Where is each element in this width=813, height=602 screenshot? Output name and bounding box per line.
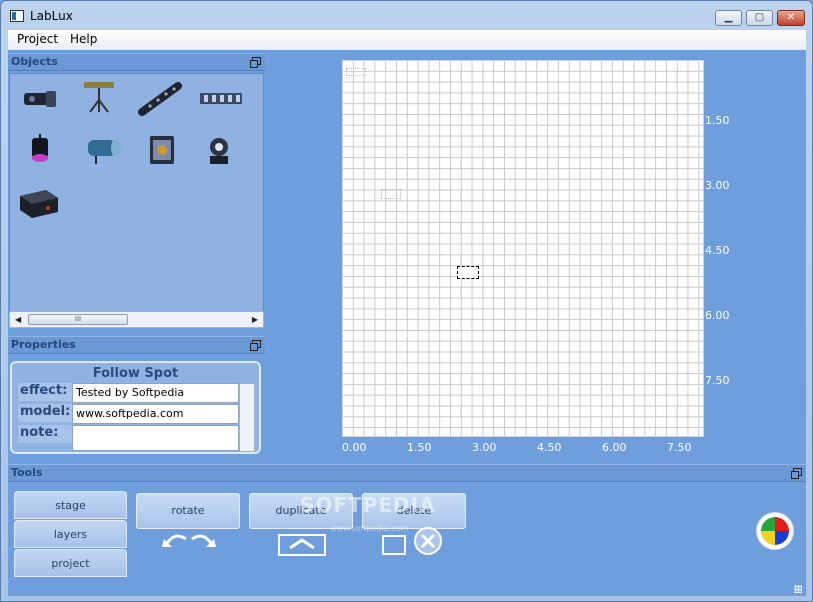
follow-spot-icon[interactable] (82, 132, 124, 166)
properties-panel-title: Properties (11, 338, 76, 351)
float-panel-icon[interactable] (250, 340, 261, 351)
scroll-right-icon[interactable]: ▶ (252, 315, 258, 324)
x-axis-tick: 4.50 (537, 441, 562, 454)
x-axis-tick: 1.50 (407, 441, 432, 454)
duplicate-icon[interactable] (278, 534, 328, 556)
menu-project[interactable]: Project (17, 32, 58, 46)
tripod-light-icon[interactable] (80, 78, 120, 114)
moving-head-icon[interactable] (204, 134, 234, 166)
tab-project[interactable]: project (14, 549, 127, 577)
app-window: LabLux ▁ ▢ ✕ Project Help Objects ◀ III (0, 0, 813, 602)
x-axis-tick: 6.00 (602, 441, 627, 454)
color-wheel-button[interactable] (756, 512, 794, 550)
model-label: model: (18, 404, 74, 422)
tab-stage[interactable]: stage (14, 491, 127, 519)
y-axis-tick: 3.00 (705, 179, 730, 192)
scroll-thumb[interactable]: III (28, 314, 128, 325)
color-wheel-icon (761, 517, 789, 545)
minimize-button[interactable]: ▁ (715, 10, 742, 26)
scroll-left-icon[interactable]: ◀ (15, 315, 21, 324)
note-label: note: (18, 425, 74, 443)
amplifier-icon[interactable] (18, 186, 60, 220)
properties-box: Follow Spot effect: Tested by Softpedia … (10, 361, 261, 454)
x-axis-tick: 3.00 (472, 441, 497, 454)
y-axis-tick: 4.50 (705, 244, 730, 257)
app-icon (10, 10, 24, 22)
y-axis-tick: 1.50 (705, 114, 730, 127)
properties-scrollbar[interactable] (239, 383, 255, 452)
properties-panel-header: Properties (8, 336, 265, 354)
objects-horizontal-scrollbar[interactable]: ◀ III ▶ (9, 311, 264, 328)
light-truss-icon[interactable] (198, 90, 244, 108)
float-panel-icon[interactable] (791, 468, 802, 479)
fog-machine-icon[interactable] (20, 84, 60, 114)
menu-help[interactable]: Help (70, 32, 97, 46)
stage-grid[interactable] (342, 60, 704, 437)
effect-label: effect: (18, 383, 74, 401)
selected-fixture[interactable] (457, 266, 479, 279)
watermark-url: www.softpedia.com (330, 524, 409, 533)
par-can-icon[interactable] (26, 134, 56, 166)
led-bar-icon[interactable] (138, 80, 184, 116)
tools-panel-title: Tools (11, 466, 43, 479)
x-axis-tick: 0.00 (342, 441, 367, 454)
objects-panel-header: Objects (8, 53, 265, 71)
client-area: Project Help Objects ◀ III ▶ Properties (8, 30, 806, 596)
rotate-icon[interactable] (162, 529, 216, 549)
effect-field[interactable]: Tested by Softpedia (72, 383, 239, 403)
tools-panel-header: Tools (8, 464, 806, 482)
tab-layers[interactable]: layers (14, 520, 127, 548)
selected-object-name: Follow Spot (92, 366, 179, 381)
rotate-button[interactable]: rotate (136, 493, 240, 529)
faint-object-marker[interactable] (381, 189, 401, 199)
x-axis-tick: 7.50 (667, 441, 692, 454)
note-field[interactable] (72, 425, 239, 451)
resize-grip-icon[interactable] (794, 585, 802, 593)
close-button[interactable]: ✕ (777, 10, 805, 26)
watermark: SOFTPEDIA (300, 493, 436, 517)
title-bar[interactable]: LabLux ▁ ▢ ✕ (1, 1, 812, 30)
menu-bar: Project Help (8, 30, 806, 50)
objects-palette (9, 73, 264, 328)
scanner-icon[interactable] (144, 130, 180, 168)
window-title: LabLux (30, 9, 73, 23)
objects-panel-title: Objects (11, 55, 58, 68)
y-axis-tick: 6.00 (705, 309, 730, 322)
model-field[interactable]: www.softpedia.com (72, 404, 239, 424)
faint-object-marker[interactable] (346, 68, 366, 76)
y-axis-tick: 7.50 (705, 374, 730, 387)
maximize-button[interactable]: ▢ (746, 10, 773, 26)
float-panel-icon[interactable] (250, 57, 261, 68)
